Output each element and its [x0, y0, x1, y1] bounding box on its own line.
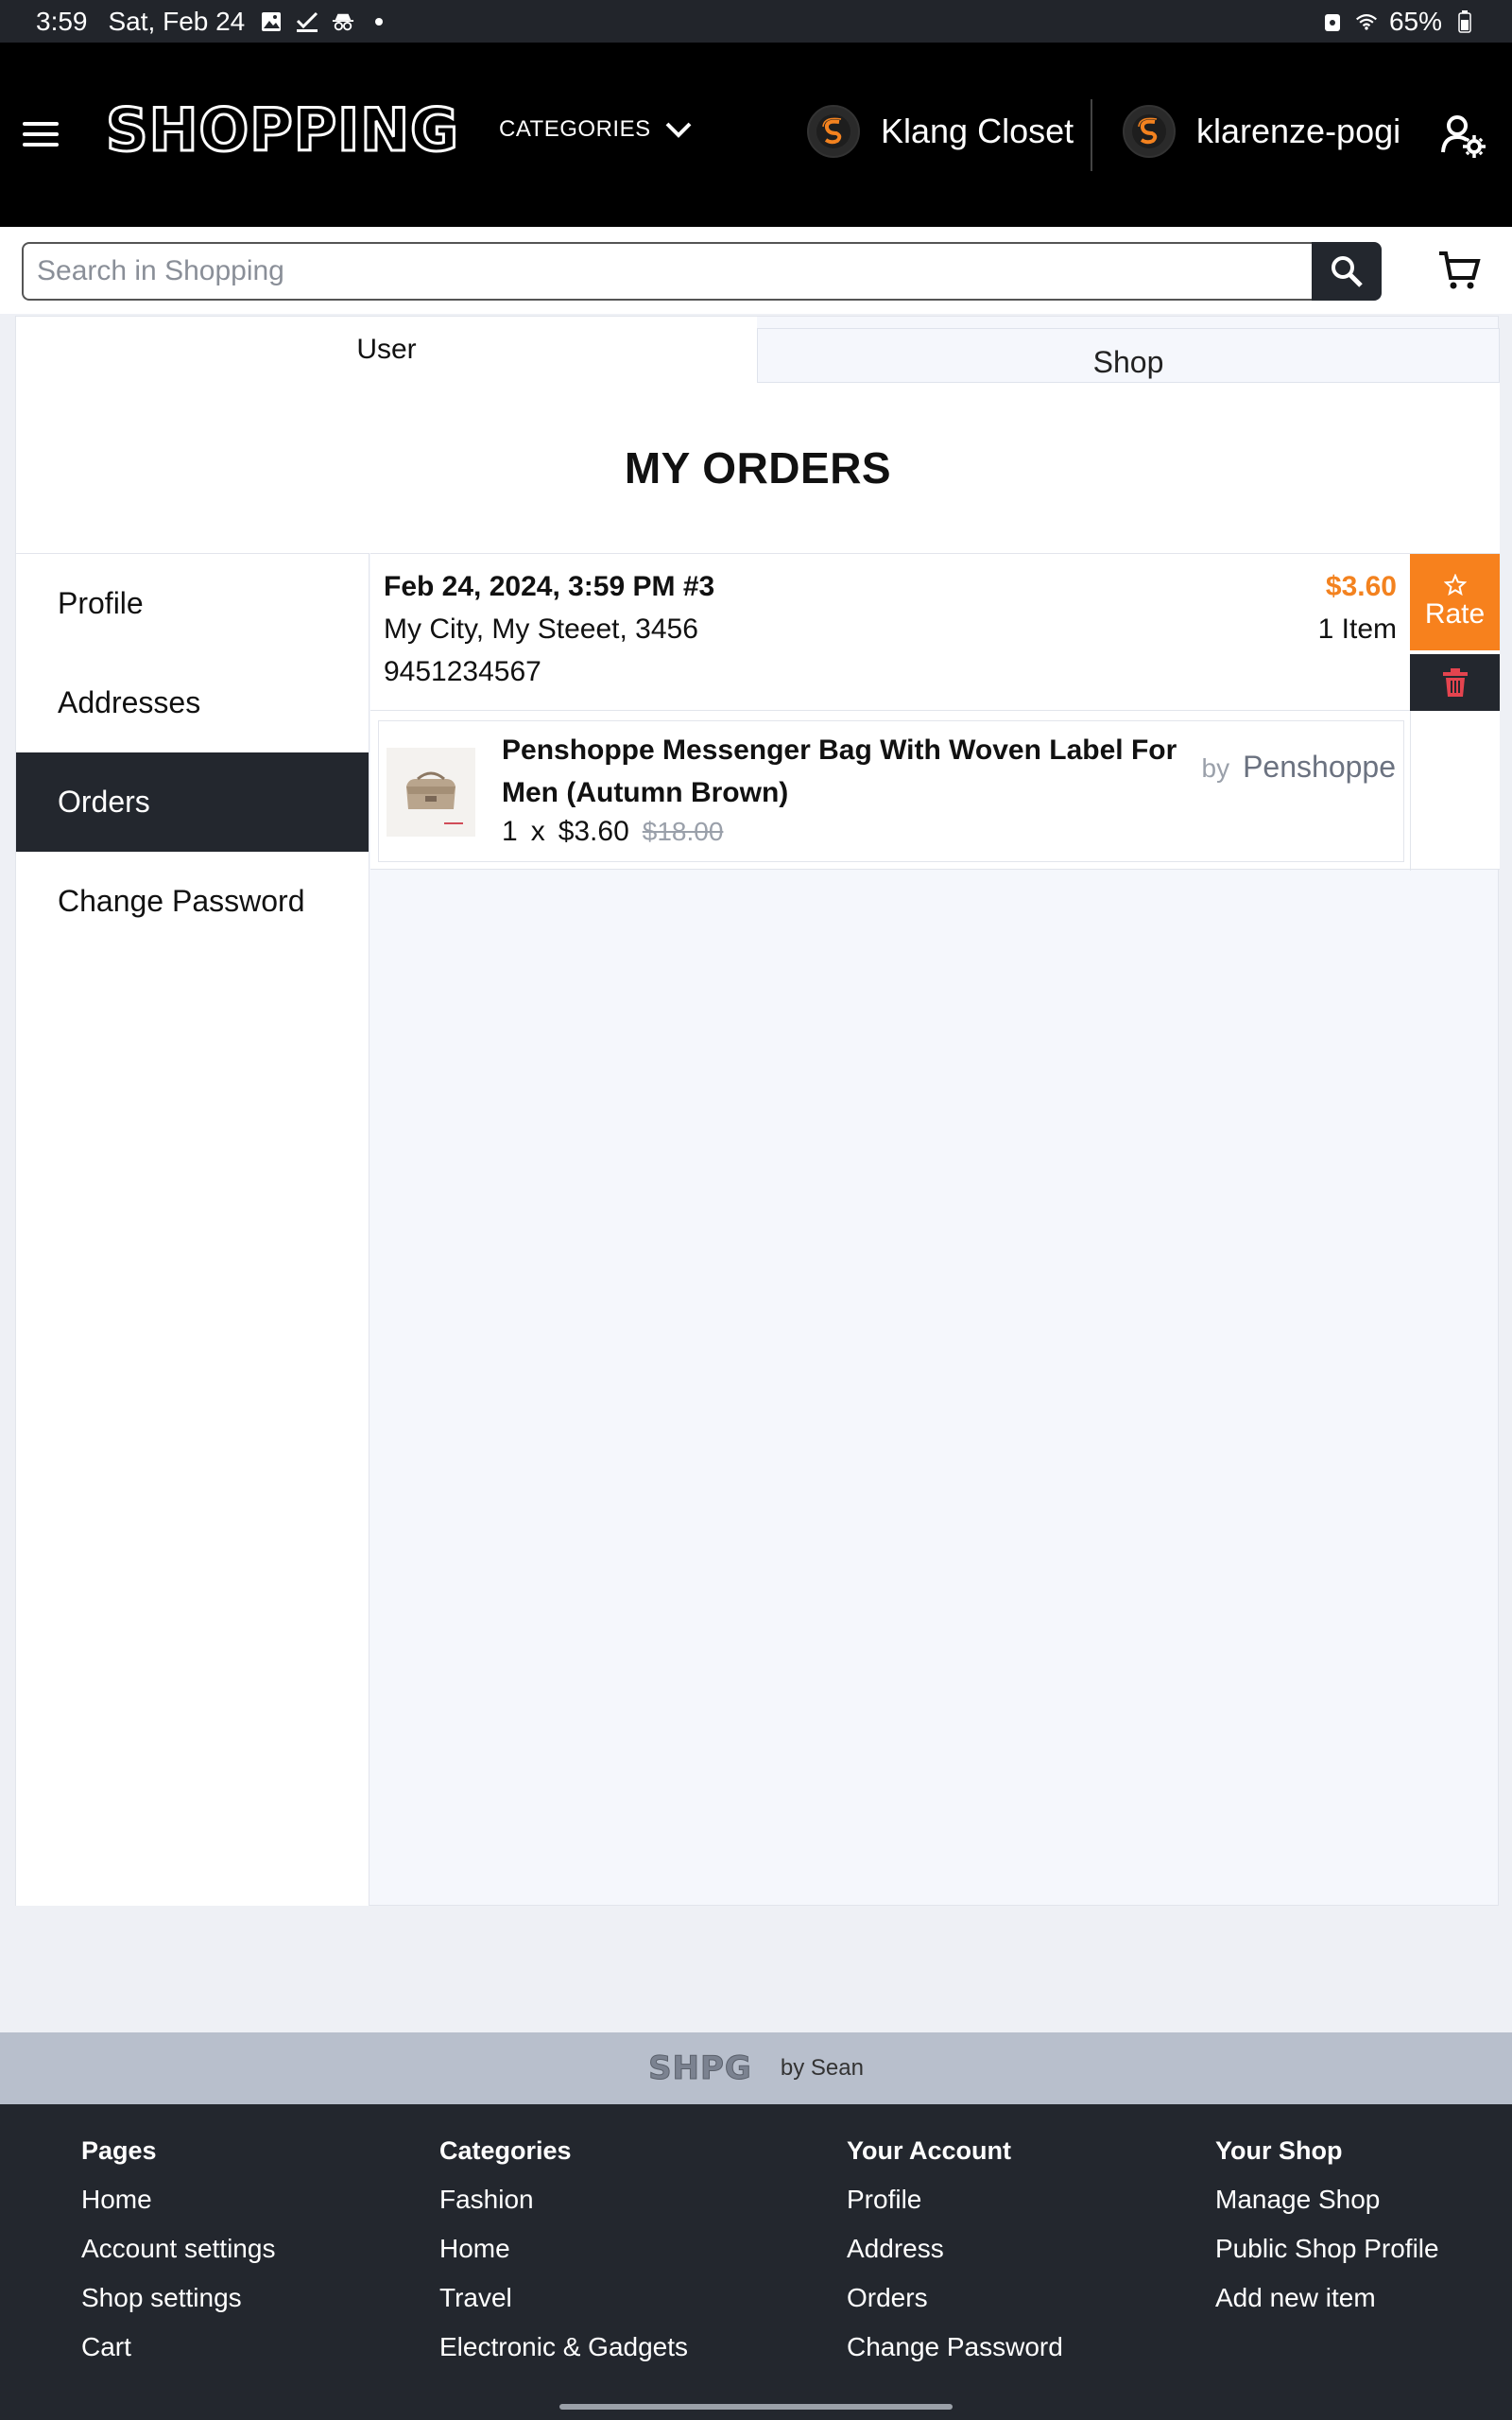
username: klarenze-pogi	[1196, 112, 1401, 150]
order-address: My City, My Steeet, 3456	[384, 614, 698, 645]
wifi-icon	[1355, 10, 1378, 33]
seller-name[interactable]: Penshoppe	[1243, 750, 1396, 785]
security-icon	[1321, 10, 1344, 33]
item-seller[interactable]: by Penshoppe	[1202, 750, 1397, 785]
footer-column-categories: Categories Fashion Home Travel Electroni…	[439, 2136, 688, 2377]
header-divider	[1091, 99, 1092, 171]
battery-percent: 65%	[1388, 6, 1442, 36]
search-input[interactable]	[22, 242, 1313, 301]
cart-button[interactable]	[1433, 244, 1486, 297]
product-thumbnail[interactable]	[387, 748, 475, 837]
footer-link-home-category[interactable]: Home	[439, 2230, 688, 2279]
footer-link-fashion[interactable]: Fashion	[439, 2181, 688, 2230]
order-item-count: 1 Item	[1317, 614, 1397, 645]
system-nav-bar	[0, 2395, 1512, 2420]
footer-column-your-shop: Your Shop Manage Shop Public Shop Profil…	[1215, 2136, 1439, 2328]
search-icon	[1332, 256, 1363, 287]
categories-label: CATEGORIES	[499, 116, 651, 142]
incognito-icon	[332, 10, 354, 33]
footer-link-change-password[interactable]: Change Password	[847, 2328, 1063, 2377]
order-item[interactable]: Penshoppe Messenger Bag With Woven Label…	[378, 720, 1404, 862]
user-settings-icon[interactable]	[1440, 112, 1487, 160]
order-phone: 9451234567	[384, 656, 541, 687]
battery-icon	[1453, 9, 1476, 33]
item-quantity: 1	[502, 816, 518, 847]
footer: Pages Home Account settings Shop setting…	[0, 2104, 1512, 2395]
dot-icon	[368, 10, 390, 33]
brand-by: by Sean	[780, 2055, 864, 2081]
tab-shop[interactable]: Shop	[757, 328, 1500, 383]
seller-by-label: by	[1201, 753, 1230, 783]
item-original-price: $18.00	[642, 817, 724, 846]
order-total: $3.60	[1325, 571, 1397, 602]
rate-button[interactable]: Rate	[1410, 554, 1500, 650]
account-panel: User Shop MY ORDERS Profile Addresses Or…	[15, 316, 1500, 1906]
user-avatar	[1123, 105, 1176, 158]
order-date: Feb 24, 2024, 3:59 PM #3	[384, 571, 715, 602]
footer-column-your-account: Your Account Profile Address Orders Chan…	[847, 2136, 1063, 2377]
app-header: SHOPPING CATEGORIES Klang Closet klarenz…	[0, 43, 1512, 227]
footer-link-add-new-item[interactable]: Add new item	[1215, 2279, 1439, 2328]
star-icon	[1443, 574, 1467, 596]
rate-label: Rate	[1424, 598, 1486, 630]
title-area: MY ORDERS	[16, 383, 1500, 553]
search-bar	[0, 227, 1512, 314]
shop-account[interactable]: Klang Closet	[807, 105, 1074, 158]
gallery-icon	[260, 10, 283, 33]
footer-link-home[interactable]: Home	[81, 2181, 275, 2230]
shopping-logo[interactable]: SHOPPING	[105, 99, 460, 161]
order-card: Feb 24, 2024, 3:59 PM #3 My City, My Ste…	[370, 553, 1500, 871]
item-quantity-price: 1 x $3.60 $18.00	[502, 816, 723, 848]
shop-name: Klang Closet	[881, 112, 1074, 150]
footer-link-travel[interactable]: Travel	[439, 2279, 688, 2328]
brand-bar: SHPG by Sean	[0, 2032, 1512, 2104]
footer-heading: Pages	[81, 2136, 157, 2165]
task-check-icon	[296, 10, 318, 33]
shop-avatar	[807, 105, 860, 158]
footer-heading: Categories	[439, 2136, 572, 2165]
footer-link-account-settings[interactable]: Account settings	[81, 2230, 275, 2279]
cart-icon	[1439, 251, 1481, 289]
footer-link-manage-shop[interactable]: Manage Shop	[1215, 2181, 1439, 2230]
footer-column-pages: Pages Home Account settings Shop setting…	[81, 2136, 275, 2377]
delete-order-button[interactable]	[1410, 654, 1500, 711]
item-price: $3.60	[558, 816, 629, 847]
gesture-handle[interactable]	[559, 2404, 953, 2410]
footer-link-cart[interactable]: Cart	[81, 2328, 275, 2377]
shpg-logo: SHPG	[648, 2049, 752, 2088]
footer-link-shop-settings[interactable]: Shop settings	[81, 2279, 275, 2328]
product-name[interactable]: Penshoppe Messenger Bag With Woven Label…	[502, 729, 1182, 814]
footer-link-profile[interactable]: Profile	[847, 2181, 1063, 2230]
sidebar-item-orders[interactable]: Orders	[16, 752, 369, 852]
user-account[interactable]: klarenze-pogi	[1123, 105, 1400, 158]
footer-link-public-shop-profile[interactable]: Public Shop Profile	[1215, 2230, 1439, 2279]
status-date: Sat, Feb 24	[108, 6, 246, 36]
quantity-times: x	[530, 816, 545, 847]
status-bar: 3:59 Sat, Feb 24 65%	[0, 0, 1512, 43]
page-title: MY ORDERS	[624, 443, 892, 493]
actions-column	[1410, 711, 1500, 871]
footer-heading: Your Account	[847, 2136, 1011, 2165]
sidebar-item-change-password[interactable]: Change Password	[16, 852, 369, 951]
trash-icon	[1442, 668, 1468, 697]
status-time: 3:59	[36, 6, 88, 36]
sidebar-item-addresses[interactable]: Addresses	[16, 653, 369, 752]
footer-heading: Your Shop	[1215, 2136, 1343, 2165]
search-button[interactable]	[1312, 242, 1382, 301]
order-header: Feb 24, 2024, 3:59 PM #3 My City, My Ste…	[370, 554, 1410, 711]
sidebar-item-profile[interactable]: Profile	[16, 554, 369, 653]
categories-dropdown[interactable]: CATEGORIES	[499, 116, 693, 143]
footer-link-electronics[interactable]: Electronic & Gadgets	[439, 2328, 688, 2377]
hamburger-menu-icon[interactable]	[23, 113, 64, 155]
account-sidebar: Profile Addresses Orders Change Password	[16, 553, 369, 1906]
footer-link-address[interactable]: Address	[847, 2230, 1063, 2279]
chevron-down-icon	[665, 122, 691, 138]
tab-user[interactable]: User	[16, 317, 757, 383]
footer-link-orders[interactable]: Orders	[847, 2279, 1063, 2328]
